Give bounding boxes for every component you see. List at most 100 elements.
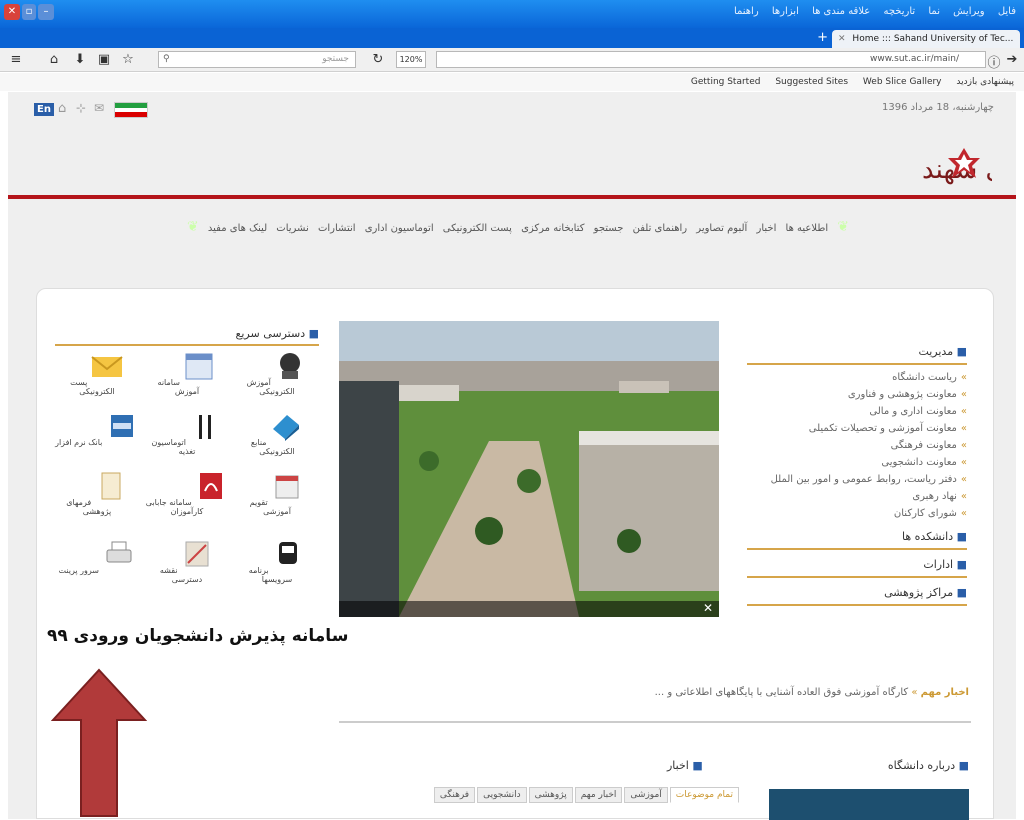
nav-item[interactable]: لینک های مفید bbox=[208, 223, 267, 234]
box-icon: ■ bbox=[953, 558, 967, 571]
search-input[interactable]: ⚲ جستجو bbox=[158, 51, 356, 68]
management-item[interactable]: »معاونت فرهنگی bbox=[747, 437, 967, 454]
qa-item[interactable]: آموزش الکترونیکی bbox=[235, 351, 319, 396]
nav-item[interactable]: آلبوم تصاویر bbox=[696, 223, 747, 234]
news-tabs: تمام موضوعاتآموزشیاخبار مهمپژوهشیدانشجوی… bbox=[359, 787, 739, 807]
star-icon[interactable]: ☆ bbox=[120, 52, 136, 67]
news-tab[interactable]: دانشجویی bbox=[477, 787, 527, 803]
reload-icon[interactable]: ↻ bbox=[370, 52, 386, 67]
info-icon[interactable]: ⓘ bbox=[986, 52, 1002, 71]
menu-item[interactable]: فایل bbox=[998, 6, 1016, 17]
qa-item[interactable]: سرور پرینت bbox=[55, 539, 139, 575]
qa-item[interactable]: اتوماسیون تغذیه bbox=[145, 411, 229, 456]
box-icon: ■ bbox=[955, 759, 969, 772]
management-item[interactable]: »شورای کارکنان bbox=[747, 505, 967, 522]
menu-item[interactable]: تاریخچه bbox=[883, 6, 915, 17]
qa-item[interactable]: برنامه سرویسها bbox=[235, 539, 319, 584]
forward-icon[interactable]: ➔ bbox=[1004, 52, 1020, 67]
lang-button[interactable]: En bbox=[34, 103, 54, 116]
browser-menu: فایل ویرایش نما تاریخچه علاقه مندی ها اب… bbox=[724, 6, 1016, 17]
url-input[interactable]: www.sut.ac.ir/main/ bbox=[436, 51, 986, 68]
management-item[interactable]: »معاونت پژوهشی و فناوری bbox=[747, 386, 967, 403]
menu-item[interactable]: ابزارها bbox=[772, 6, 799, 17]
content-panel: ■ دسترسی سریع آموزش الکترونیکی سامانه آم… bbox=[36, 288, 994, 820]
nav-item[interactable]: انتشارات bbox=[318, 223, 356, 234]
nav-item[interactable]: اخبار bbox=[757, 223, 777, 234]
box-icon: ■ bbox=[953, 586, 967, 599]
e-learning-icon bbox=[280, 353, 301, 379]
news-tab[interactable]: اخبار مهم bbox=[574, 787, 623, 803]
box-icon: ■ bbox=[305, 327, 319, 340]
email-icon bbox=[91, 356, 123, 377]
news-tab[interactable]: تمام موضوعات bbox=[669, 787, 739, 803]
qa-item[interactable]: سامانه جابابی کارآموزان bbox=[145, 471, 229, 516]
management-item[interactable]: »دفتر ریاست، روابط عمومی و امور بین المل… bbox=[747, 471, 967, 488]
new-tab-icon[interactable]: + bbox=[817, 30, 828, 45]
menu-item[interactable]: ویرایش bbox=[953, 6, 984, 17]
news-tab[interactable]: پژوهشی bbox=[528, 787, 573, 803]
mail-icon[interactable]: ✉ bbox=[94, 101, 104, 115]
close-window-button[interactable]: ✕ bbox=[4, 4, 20, 20]
news-tab[interactable]: آموزشی bbox=[624, 787, 668, 803]
management-item[interactable]: »نهاد رهبری bbox=[747, 488, 967, 505]
nav-item[interactable]: کتابخانه مرکزی bbox=[521, 223, 584, 234]
bus-icon bbox=[279, 542, 298, 564]
campus-photo-image bbox=[339, 321, 719, 617]
map-icon bbox=[185, 541, 209, 567]
tab-close-icon[interactable]: ✕ bbox=[838, 34, 846, 44]
qa-item[interactable]: سامانه آموزش bbox=[145, 351, 229, 396]
admission-banner[interactable]: سامانه پذیرش دانشجویان ورودی ۹۹ bbox=[47, 626, 348, 646]
qa-item[interactable]: نقشه دسترسی bbox=[145, 539, 229, 584]
management-item[interactable]: »معاونت آموزشی و تحصیلات تکمیلی bbox=[747, 420, 967, 437]
download-icon[interactable]: ⬇ bbox=[72, 52, 88, 67]
box-icon: ■ bbox=[688, 759, 703, 772]
document-icon bbox=[101, 472, 121, 500]
menu-item[interactable]: راهنما bbox=[734, 6, 759, 17]
nav-item[interactable]: اطلاعیه ها bbox=[786, 223, 829, 234]
qa-item[interactable]: منابع الکترونیکی bbox=[235, 411, 319, 456]
management-item[interactable]: »معاونت دانشجویی bbox=[747, 454, 967, 471]
management-item[interactable]: »ریاست دانشگاه bbox=[747, 369, 967, 386]
qa-item[interactable]: بانک نرم افزار bbox=[55, 411, 139, 447]
nav-item[interactable]: اتوماسیون اداری bbox=[365, 223, 434, 234]
close-icon[interactable]: ✕ bbox=[703, 601, 713, 615]
news-tab[interactable]: فرهنگی bbox=[433, 787, 476, 803]
management-title: ■ مدیریت bbox=[747, 341, 967, 365]
sitemap-icon[interactable]: ⊹ bbox=[76, 101, 86, 115]
bookmark-item[interactable]: Getting Started bbox=[691, 77, 761, 87]
zoom-indicator[interactable]: 120% bbox=[396, 51, 426, 68]
nav-item[interactable]: پست الکترونیکی bbox=[443, 223, 512, 234]
section-link[interactable]: ■ دانشکده ها bbox=[747, 526, 967, 550]
minimize-window-button[interactable]: – bbox=[38, 4, 54, 20]
clipboard-icon[interactable]: ▣ bbox=[96, 52, 112, 67]
menu-item[interactable]: نما bbox=[928, 6, 940, 17]
qa-item[interactable]: پست الکترونیکی bbox=[55, 351, 139, 396]
campus-photo[interactable]: ✕ bbox=[339, 321, 719, 617]
restore-window-button[interactable]: ▫ bbox=[22, 4, 36, 20]
section-link[interactable]: ■ ادارات bbox=[747, 554, 967, 578]
section-link[interactable]: ■ مراکز پژوهشی bbox=[747, 582, 967, 606]
university-logo[interactable]: دانشگاه صنعتی سهند bbox=[632, 136, 992, 196]
nav-item[interactable]: جستجو bbox=[594, 223, 624, 234]
management-item[interactable]: »معاونت اداری و مالی bbox=[747, 403, 967, 420]
calendar-page-icon bbox=[275, 475, 299, 499]
bookmark-item[interactable]: پیشنهادی بازدید bbox=[956, 77, 1014, 87]
home-icon[interactable]: ⌂ bbox=[58, 101, 66, 116]
about-thumbnail[interactable] bbox=[769, 789, 969, 820]
bookmark-item[interactable]: Suggested Sites bbox=[775, 77, 848, 87]
about-title: ■ درباره دانشگاه bbox=[887, 759, 969, 772]
quick-access-box: ■ دسترسی سریع آموزش الکترونیکی سامانه آم… bbox=[55, 327, 319, 597]
menu-icon[interactable]: ≡ bbox=[8, 52, 24, 67]
nav-item[interactable]: نشریات bbox=[276, 223, 308, 234]
qa-item[interactable]: فرمهای پژوهشی bbox=[55, 471, 139, 516]
management-title-text: مدیریت bbox=[918, 345, 954, 358]
book-icon bbox=[273, 415, 300, 441]
bookmark-item[interactable]: Web Slice Gallery bbox=[863, 77, 942, 87]
nav-item[interactable]: راهنمای تلفن bbox=[633, 223, 688, 234]
important-news[interactable]: اخبار مهم » کارگاه آموزشی فوق العاده آشن… bbox=[449, 687, 969, 698]
qa-item[interactable]: تقویم آموزشی bbox=[235, 471, 319, 516]
home-icon[interactable]: ⌂ bbox=[46, 52, 62, 67]
news-title: ■ اخبار bbox=[667, 759, 703, 772]
menu-item[interactable]: علاقه مندی ها bbox=[812, 6, 870, 17]
browser-tab[interactable]: ✕ Home ::: Sahand University of Tec... bbox=[832, 30, 1020, 48]
